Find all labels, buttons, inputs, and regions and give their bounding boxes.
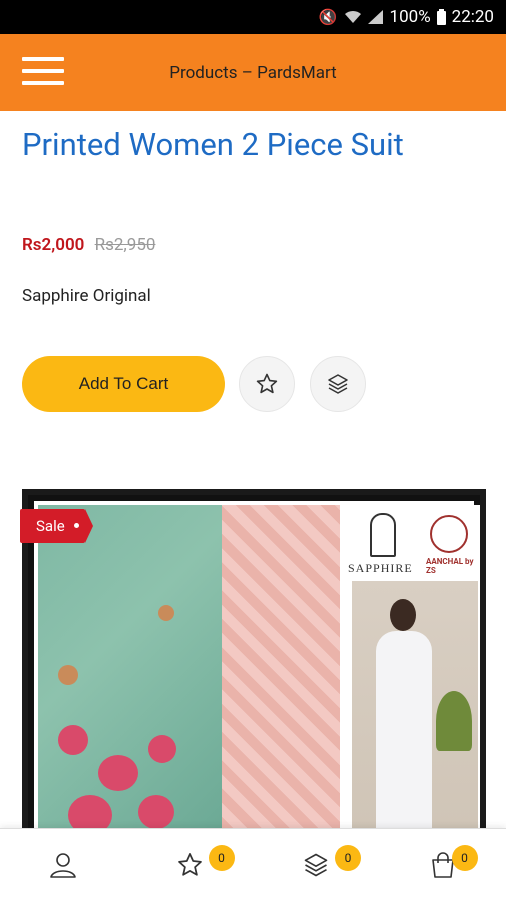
battery-percent: 100%: [389, 7, 431, 27]
user-icon: [49, 851, 77, 879]
product-photo: SAPPHIRE AANCHAL by ZS: [34, 501, 480, 831]
status-bar: 🔇 100% 22:20: [0, 0, 506, 34]
product-price: Rs2,000: [22, 235, 85, 255]
layers-icon: [326, 372, 350, 396]
nav-wishlist[interactable]: 0: [127, 829, 254, 900]
sale-label: Sale: [36, 517, 65, 535]
cart-count-badge: 0: [451, 845, 478, 871]
bottom-nav: 0 0 0: [0, 828, 506, 900]
status-time: 22:20: [451, 7, 494, 27]
green-fabric: [38, 505, 222, 831]
price-row: Rs2,000 Rs2,950: [22, 235, 155, 255]
aanchal-logo: [430, 515, 468, 553]
product-details[interactable]: Printed Women 2 Piece Suit Rs2,000 Rs2,9…: [0, 111, 506, 831]
compare-button[interactable]: [310, 356, 366, 412]
star-icon: [176, 851, 204, 879]
page-title: Products – PardsMart: [169, 63, 337, 83]
wifi-icon: [344, 10, 362, 24]
pink-fabric: [222, 505, 340, 831]
sale-badge: Sale: [20, 509, 93, 543]
aanchal-text: AANCHAL by ZS: [426, 557, 474, 575]
sapphire-text: SAPPHIRE: [348, 561, 413, 575]
signal-icon: [367, 10, 384, 24]
wishlist-button[interactable]: [239, 356, 295, 412]
mute-icon: 🔇: [318, 8, 338, 26]
nav-cart[interactable]: 0: [380, 829, 506, 900]
add-to-cart-button[interactable]: Add To Cart: [22, 356, 225, 412]
nav-account[interactable]: [0, 829, 127, 900]
star-icon: [255, 372, 279, 396]
model-photo: [352, 581, 478, 831]
layers-icon: [302, 851, 330, 879]
nav-compare[interactable]: 0: [253, 829, 380, 900]
app-bar: Products – PardsMart: [0, 34, 506, 111]
product-title: Printed Women 2 Piece Suit: [22, 126, 404, 163]
wishlist-count-badge: 0: [208, 845, 235, 871]
product-brand: Sapphire Original: [22, 286, 151, 306]
brand-panel: SAPPHIRE AANCHAL by ZS: [344, 505, 480, 831]
product-old-price: Rs2,950: [94, 235, 156, 255]
sapphire-logo: [370, 513, 396, 557]
compare-count-badge: 0: [335, 845, 361, 871]
battery-icon: [436, 9, 446, 25]
